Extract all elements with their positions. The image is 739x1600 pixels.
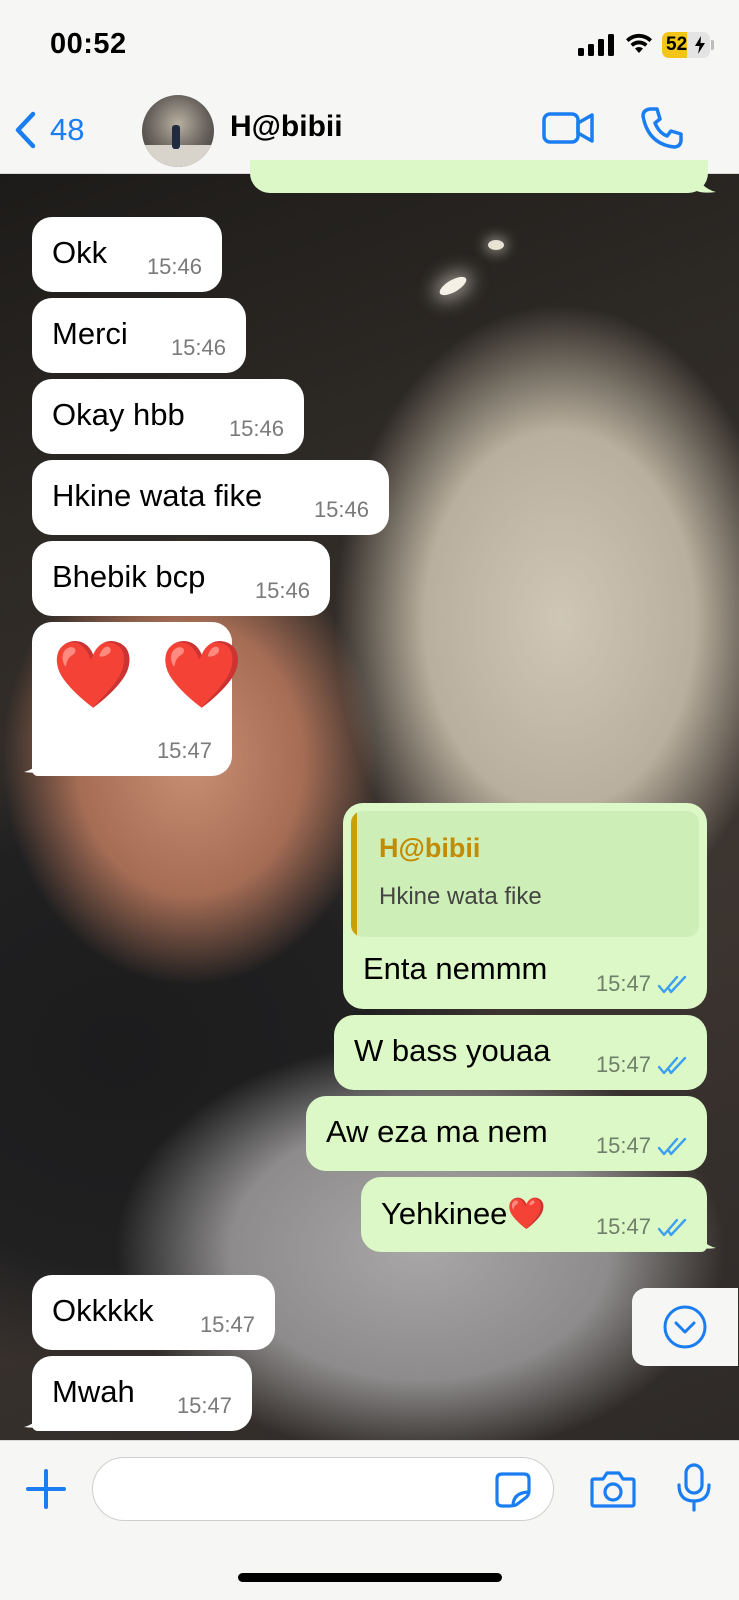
message-bubble-in[interactable]: Bhebik bcp 15:46	[32, 541, 330, 616]
quoted-text: Hkine wata fike	[379, 883, 542, 910]
message-time: 15:46	[313, 497, 369, 522]
scroll-to-bottom-button[interactable]	[632, 1288, 738, 1366]
contact-name[interactable]: H@bibii	[230, 110, 343, 144]
wallpaper-light-2	[488, 240, 504, 250]
message-text: Mwah	[52, 1374, 135, 1409]
message-text: Hkine wata fike	[52, 478, 263, 513]
bubble-tail	[24, 1405, 46, 1428]
message-bubble-in[interactable]: Merci 15:46	[32, 298, 246, 373]
bubble-tail	[694, 170, 716, 193]
message-time: 15:47	[595, 1133, 651, 1158]
status-bar: 00:52 52	[0, 0, 739, 88]
signal-icon	[578, 34, 614, 56]
quoted-reply[interactable]: H@bibii Hkine wata fike	[351, 811, 699, 937]
attach-plus-button[interactable]	[26, 1469, 66, 1509]
message-text: Merci	[52, 316, 128, 351]
battery-cap	[711, 40, 714, 50]
message-bubble-out[interactable]: Aw eza ma nem 15:47	[306, 1096, 707, 1171]
message-text: Yehkinee❤️	[381, 1196, 547, 1231]
quoted-reply-bar	[351, 811, 357, 937]
bubble-tail	[24, 750, 46, 773]
camera-button[interactable]	[590, 1469, 636, 1509]
double-check-icon	[657, 975, 687, 994]
chevron-left-icon	[15, 111, 36, 149]
message-text: Okk	[52, 235, 108, 270]
chevron-down-circle-icon	[663, 1305, 707, 1349]
home-indicator[interactable]	[238, 1573, 502, 1582]
message-text: Bhebik bcp	[52, 559, 206, 594]
quoted-author: H@bibii	[379, 833, 481, 863]
sticker-button[interactable]	[494, 1471, 532, 1509]
wifi-icon	[626, 33, 652, 53]
heart-emoji-text: ❤️ ❤️	[52, 637, 247, 711]
battery-indicator: 52	[662, 32, 710, 58]
message-text: Aw eza ma nem	[326, 1114, 548, 1149]
double-check-icon	[657, 1218, 687, 1237]
back-button[interactable]: 48	[14, 110, 84, 150]
unread-count: 48	[50, 112, 85, 147]
message-text: Okay hbb	[52, 397, 185, 432]
message-time: 15:47	[595, 1052, 651, 1077]
message-bubble-in[interactable]: Okay hbb 15:46	[32, 379, 304, 454]
avatar[interactable]	[142, 95, 214, 167]
message-bubble-partial[interactable]	[250, 160, 708, 193]
double-check-icon	[657, 1137, 687, 1156]
message-text: Enta nemmm	[363, 951, 548, 986]
message-bubble-in[interactable]: Mwah 15:47	[32, 1356, 252, 1431]
message-bubble-out[interactable]: W bass youaa 15:47	[334, 1015, 707, 1090]
message-time: 15:47	[156, 738, 212, 763]
message-bubble-in[interactable]: Okk 15:46	[32, 217, 222, 292]
message-time: 15:46	[228, 416, 284, 441]
message-time: 15:47	[199, 1312, 255, 1337]
message-input[interactable]	[92, 1457, 554, 1521]
battery-percent: 52	[666, 34, 688, 55]
message-time: 15:47	[595, 1214, 651, 1239]
message-time: 15:47	[176, 1393, 232, 1418]
video-call-button[interactable]	[542, 108, 594, 148]
microphone-button[interactable]	[676, 1463, 712, 1513]
message-bubble-in[interactable]: Okkkkk 15:47	[32, 1275, 275, 1350]
message-time: 15:46	[254, 578, 310, 603]
double-check-icon	[657, 1056, 687, 1075]
status-time: 00:52	[50, 28, 127, 60]
message-text: W bass youaa	[354, 1033, 551, 1068]
message-bubble-in[interactable]: Hkine wata fike 15:46	[32, 460, 389, 535]
message-bubble-in[interactable]: ❤️ ❤️ 15:47	[32, 622, 243, 776]
message-time: 15:46	[146, 254, 202, 279]
bubble-tail	[694, 1226, 716, 1249]
voice-call-button[interactable]	[640, 106, 684, 150]
charging-bolt-icon	[695, 36, 705, 54]
message-bubble-out-reply[interactable]: H@bibii Hkine wata fike Enta nemmm 15:47	[343, 803, 707, 1009]
message-bubble-out[interactable]: Yehkinee❤️ 15:47	[361, 1177, 707, 1252]
message-time: 15:47	[595, 971, 651, 996]
message-time: 15:46	[170, 335, 226, 360]
message-text: Okkkkk	[52, 1293, 154, 1328]
avatar-figure	[172, 125, 180, 149]
